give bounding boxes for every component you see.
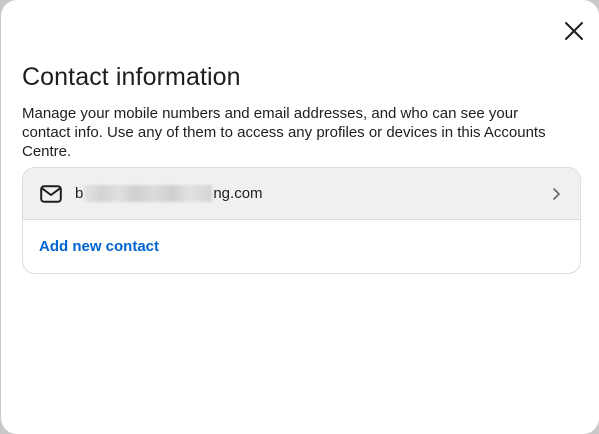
close-icon bbox=[565, 22, 583, 40]
add-new-contact-link[interactable]: Add new contact bbox=[39, 238, 159, 255]
close-button[interactable] bbox=[562, 19, 586, 43]
contacts-card: b ng.com Add new contact bbox=[22, 167, 581, 274]
add-contact-row: Add new contact bbox=[23, 220, 580, 272]
contact-row-email[interactable]: b ng.com bbox=[23, 168, 580, 220]
email-suffix: ng.com bbox=[213, 185, 263, 202]
dialog-title: Contact information bbox=[22, 63, 241, 91]
dialog-description: Manage your mobile numbers and email add… bbox=[22, 105, 546, 160]
email-redaction bbox=[84, 185, 213, 202]
contact-email: b ng.com bbox=[75, 185, 263, 202]
chevron-right-icon bbox=[548, 186, 564, 202]
email-prefix: b bbox=[75, 185, 84, 202]
mail-icon bbox=[39, 182, 63, 206]
contact-information-dialog: Contact information Manage your mobile n… bbox=[1, 0, 599, 434]
